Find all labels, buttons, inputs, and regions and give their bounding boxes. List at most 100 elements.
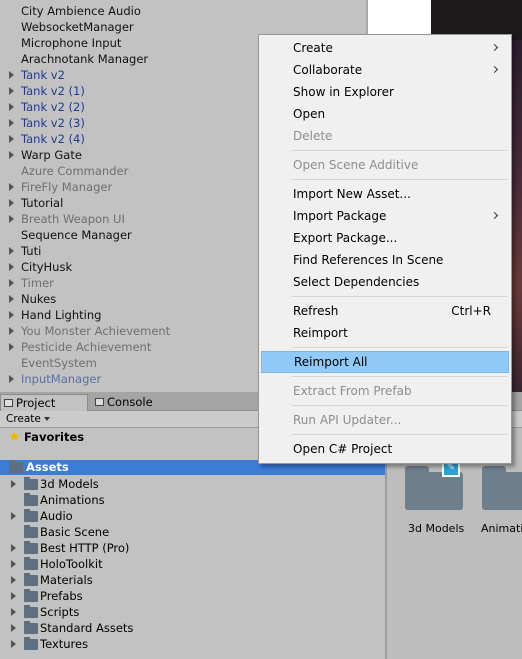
grid-folder-animations[interactable] — [482, 466, 522, 510]
menu-item-label: Find References In Scene — [293, 253, 444, 267]
project-folder-row[interactable]: Prefabs — [0, 588, 385, 604]
hierarchy-item-label: Nukes — [21, 292, 57, 306]
project-folder-label: Basic Scene — [40, 525, 110, 539]
expand-arrow-icon[interactable] — [9, 87, 14, 95]
expand-arrow-icon[interactable] — [9, 199, 14, 207]
expand-arrow-icon[interactable] — [11, 592, 16, 600]
menu-item-reimport-all[interactable]: Reimport All — [261, 351, 509, 373]
menu-item-open[interactable]: Open — [261, 103, 509, 125]
expand-arrow-icon[interactable] — [11, 608, 16, 616]
expand-arrow-icon[interactable] — [9, 327, 14, 335]
expand-arrow-icon[interactable] — [9, 119, 14, 127]
project-folder-label: HoloToolkit — [40, 557, 103, 571]
context-menu: Create Collaborate Show in Explorer Open Del… — [258, 34, 512, 464]
folder-icon — [24, 493, 38, 506]
hierarchy-item-label: WebsocketManager — [21, 20, 134, 34]
hierarchy-item-label: FireFly Manager — [21, 180, 113, 194]
expand-arrow-icon[interactable] — [9, 103, 14, 111]
menu-item-open-scene-additive: Open Scene Additive — [261, 154, 509, 176]
project-folder-label: 3d Models — [40, 477, 99, 491]
project-folder-row[interactable]: Basic Scene — [0, 524, 385, 540]
menu-item-refresh[interactable]: Refresh Ctrl+R — [261, 300, 509, 322]
menu-item-find-references-in-scene[interactable]: Find References In Scene — [261, 249, 509, 271]
expand-arrow-icon[interactable] — [11, 624, 16, 632]
expand-arrow-icon[interactable] — [9, 215, 14, 223]
hierarchy-item[interactable]: City Ambience Audio — [0, 3, 366, 19]
hierarchy-item[interactable]: WebsocketManager — [0, 19, 366, 35]
menu-item-collaborate[interactable]: Collaborate — [261, 59, 509, 81]
expand-arrow-icon[interactable] — [9, 311, 14, 319]
project-folder-row[interactable]: Scripts — [0, 604, 385, 620]
expand-arrow-icon[interactable] — [9, 71, 14, 79]
menu-item-label: Export Package... — [293, 231, 398, 245]
hierarchy-item-label: InputManager — [21, 372, 102, 386]
project-folder-row[interactable]: Standard Assets — [0, 620, 385, 636]
hierarchy-item-label: Tank v2 (1) — [21, 84, 85, 98]
expand-arrow-icon[interactable] — [9, 135, 14, 143]
hierarchy-item-label: Tank v2 (3) — [21, 116, 85, 130]
menu-item-label: Refresh — [293, 304, 339, 318]
menu-separator — [291, 179, 507, 180]
chevron-right-icon — [490, 43, 499, 52]
menu-item-select-dependencies[interactable]: Select Dependencies — [261, 271, 509, 293]
assets-label: Assets — [26, 460, 69, 474]
folder-icon — [24, 605, 38, 618]
project-folder-row[interactable]: Best HTTP (Pro) — [0, 540, 385, 556]
menu-item-export-package[interactable]: Export Package... — [261, 227, 509, 249]
expand-arrow-icon[interactable] — [9, 343, 14, 351]
menu-item-label: Select Dependencies — [293, 275, 420, 289]
expand-arrow-icon[interactable] — [11, 576, 16, 584]
expand-arrow-icon[interactable] — [11, 544, 16, 552]
expand-arrow-icon[interactable] — [11, 560, 16, 568]
hierarchy-item-label: Warp Gate — [21, 148, 82, 162]
folder-icon — [24, 525, 38, 538]
console-icon — [95, 398, 104, 406]
tab-console[interactable]: Console — [92, 394, 184, 411]
project-folder-label: Textures — [40, 637, 89, 651]
expand-arrow-icon[interactable] — [9, 263, 14, 271]
expand-arrow-icon[interactable] — [11, 512, 16, 520]
menu-item-extract-from-prefab: Extract From Prefab — [261, 380, 509, 402]
hierarchy-item-label: Breath Weapon UI — [21, 212, 125, 226]
menu-separator — [291, 405, 507, 406]
expand-arrow-icon[interactable] — [11, 640, 16, 648]
expand-arrow-icon[interactable] — [9, 375, 14, 383]
menu-item-reimport[interactable]: Reimport — [261, 322, 509, 344]
expand-arrow-icon[interactable] — [9, 183, 14, 191]
folder-icon — [9, 460, 23, 473]
chevron-right-icon — [490, 65, 499, 74]
menu-item-label: Import New Asset... — [293, 187, 411, 201]
hierarchy-item-label: Microphone Input — [21, 36, 122, 50]
menu-item-label: Reimport — [293, 326, 348, 340]
menu-item-label: Extract From Prefab — [293, 384, 412, 398]
menu-item-import-package[interactable]: Import Package — [261, 205, 509, 227]
menu-separator — [291, 347, 507, 348]
expand-arrow-icon[interactable] — [9, 247, 14, 255]
expand-arrow-icon[interactable] — [11, 480, 16, 488]
project-folder-row[interactable]: 3d Models — [0, 476, 385, 492]
project-folder-label: Animations — [40, 493, 105, 507]
expand-arrow-icon[interactable] — [9, 279, 14, 287]
project-folder-row[interactable]: Textures — [0, 636, 385, 652]
grid-folder-label: 3d Models — [408, 522, 465, 535]
project-folder-row[interactable]: Materials — [0, 572, 385, 588]
hierarchy-item-label: Tank v2 — [21, 68, 65, 82]
scene-view-toolbar — [368, 0, 431, 35]
expand-arrow-icon[interactable] — [9, 295, 14, 303]
menu-item-label: Open C# Project — [293, 442, 393, 456]
project-folder-row[interactable]: Audio — [0, 508, 385, 524]
expand-arrow-icon[interactable] — [9, 151, 14, 159]
project-folder-row[interactable]: Animations — [0, 492, 385, 508]
create-dropdown-button[interactable]: Create — [2, 412, 54, 427]
menu-item-open-c-project[interactable]: Open C# Project — [261, 438, 509, 460]
project-folder-row[interactable]: HoloToolkit — [0, 556, 385, 572]
menu-item-delete: Delete — [261, 125, 509, 147]
menu-item-import-new-asset[interactable]: Import New Asset... — [261, 183, 509, 205]
menu-item-label: Open Scene Additive — [293, 158, 419, 172]
tab-project[interactable]: Project — [0, 394, 88, 411]
menu-item-show-in-explorer[interactable]: Show in Explorer — [261, 81, 509, 103]
hierarchy-item-label: Timer — [21, 276, 54, 290]
menu-item-run-api-updater: Run API Updater... — [261, 409, 509, 431]
chevron-right-icon — [490, 211, 499, 220]
menu-item-create[interactable]: Create — [261, 37, 509, 59]
